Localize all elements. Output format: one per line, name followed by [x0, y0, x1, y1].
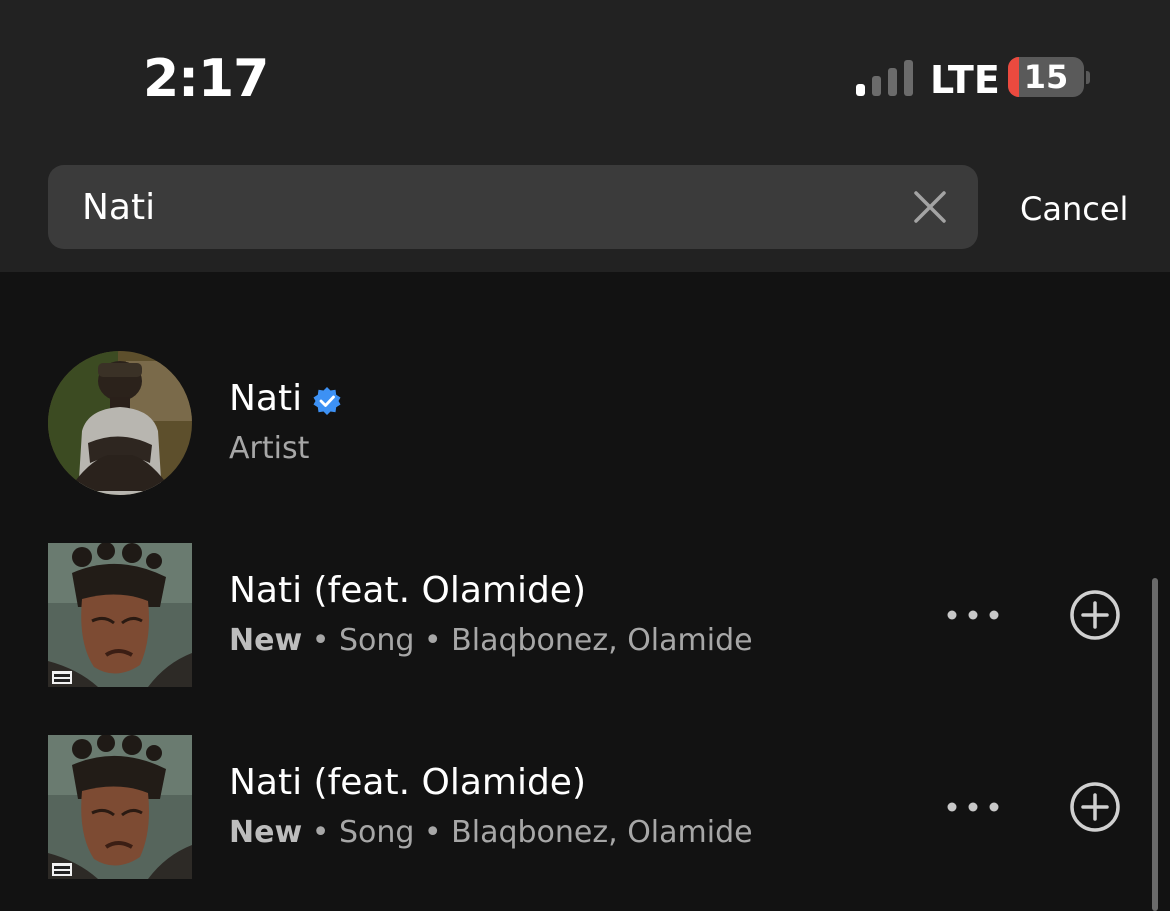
song-meta: • Song • Blaqbonez, Olamide: [302, 815, 753, 850]
cancel-button[interactable]: Cancel: [1020, 188, 1128, 230]
cellular-signal-icon: [856, 60, 913, 96]
new-badge: New: [229, 815, 303, 850]
result-song[interactable]: Nati (feat. Olamide) New • Song • Blaqbo…: [48, 735, 1138, 879]
song-subtitle: New • Song • Blaqbonez, Olamide: [229, 621, 753, 661]
result-artist[interactable]: Nati Artist: [48, 351, 1138, 495]
song-title: Nati (feat. Olamide): [229, 762, 586, 803]
search-bar[interactable]: [48, 165, 978, 249]
header: 2:17 LTE 15 Cancel: [0, 0, 1170, 272]
battery-cap: [1086, 71, 1090, 84]
more-options-icon[interactable]: [946, 789, 1000, 825]
close-icon[interactable]: [910, 187, 950, 227]
verified-badge-icon: [313, 387, 341, 415]
song-title: Nati (feat. Olamide): [229, 570, 586, 611]
search-input[interactable]: [82, 165, 882, 249]
album-cover: [48, 735, 192, 879]
new-badge: New: [229, 623, 303, 658]
network-type: LTE: [930, 58, 1000, 102]
battery-icon: 15: [1008, 57, 1084, 97]
battery-percent: 15: [1023, 58, 1069, 96]
song-subtitle: New • Song • Blaqbonez, Olamide: [229, 813, 753, 853]
more-options-icon[interactable]: [946, 597, 1000, 633]
album-cover: [48, 543, 192, 687]
status-time: 2:17: [143, 49, 269, 109]
artist-name: Nati: [229, 378, 303, 419]
add-circle-icon[interactable]: [1068, 780, 1122, 834]
song-meta: • Song • Blaqbonez, Olamide: [302, 623, 753, 658]
artist-avatar: [48, 351, 192, 495]
add-circle-icon[interactable]: [1068, 588, 1122, 642]
scrollbar[interactable]: [1152, 578, 1158, 911]
result-song[interactable]: Nati (feat. Olamide) New • Song • Blaqbo…: [48, 543, 1138, 687]
result-type-label: Artist: [229, 431, 310, 466]
